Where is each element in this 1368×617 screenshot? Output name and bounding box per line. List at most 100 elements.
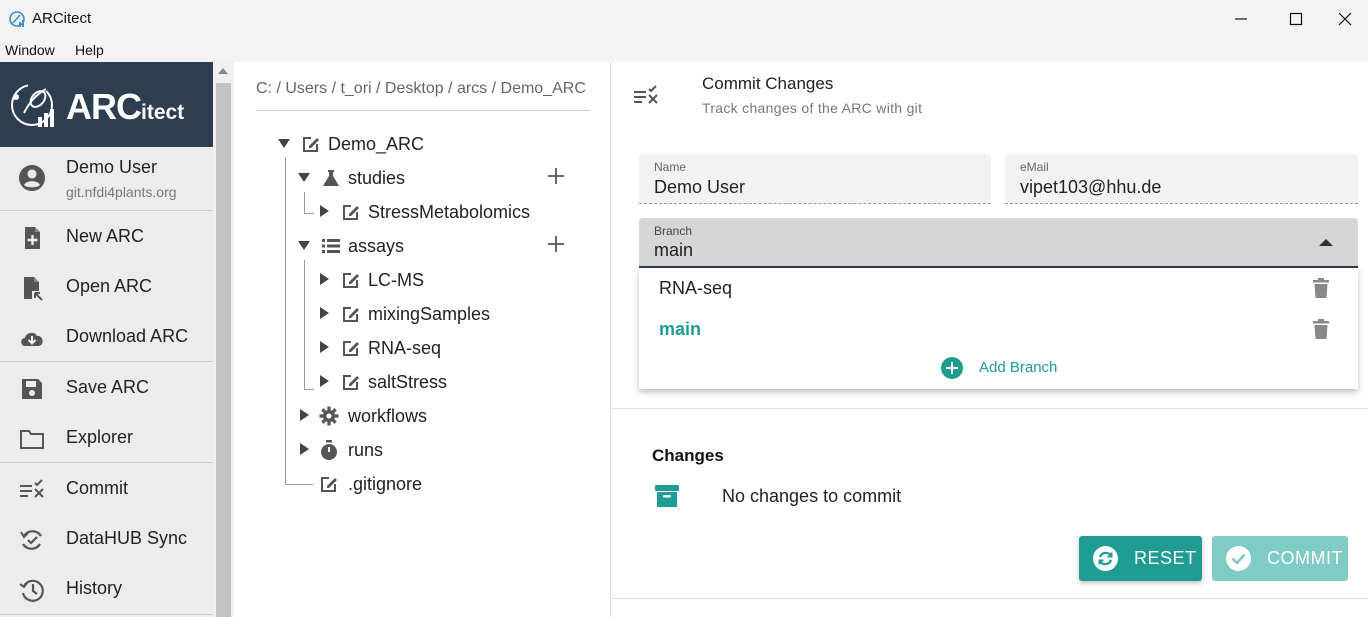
user-name: Demo User [66, 157, 158, 177]
branch-select-label: Branch [654, 224, 693, 238]
email-field-value[interactable]: vipet103@hhu.de [1020, 177, 1161, 198]
sidebar-scrollbar[interactable] [213, 62, 234, 617]
minimize-icon [1235, 17, 1247, 20]
tree-node-label: runs [348, 440, 384, 460]
tree-node-label: assays [348, 236, 405, 256]
sidebar-item-save-arc[interactable]: Save ARC [0, 362, 213, 412]
delete-branch-icon[interactable] [1311, 277, 1331, 299]
tree-node-workflows[interactable]: workflows [298, 402, 578, 430]
cloud-download-icon [21, 332, 43, 346]
expand-caret-icon[interactable] [298, 173, 310, 182]
tree-node-assays[interactable]: assays [298, 232, 578, 260]
sidebar-item-label: History [66, 578, 123, 598]
sidebar-item-label: Commit [66, 478, 128, 498]
sidebar-item-open-arc[interactable]: Open ARC [0, 261, 213, 311]
minimize-button[interactable] [1218, 0, 1264, 37]
reset-button[interactable]: RESET [1079, 536, 1202, 581]
sidebar-item-label: New ARC [66, 226, 145, 246]
sidebar-item-commit[interactable]: Commit [0, 463, 213, 513]
user-host: git.nfdi4plants.org [66, 184, 177, 200]
edit-icon [321, 477, 337, 492]
close-button[interactable] [1322, 0, 1368, 37]
add-study-icon[interactable] [545, 165, 567, 187]
timer-icon [321, 440, 337, 460]
check-circle-icon [1225, 545, 1252, 572]
flask-icon [323, 170, 339, 186]
collapsed-caret-icon[interactable] [320, 273, 329, 285]
sidebar-item-download-arc[interactable]: Download ARC [0, 311, 213, 361]
tree-node-label: Demo_ARC [328, 134, 425, 154]
add-assay-icon[interactable] [545, 233, 567, 255]
collapsed-caret-icon[interactable] [320, 307, 329, 319]
commit-button-label: COMMIT [1267, 548, 1343, 568]
sidebar-item-new-arc[interactable]: New ARC [0, 211, 213, 261]
edit-icon [303, 137, 319, 152]
logo-suffix-text: itect [141, 101, 185, 124]
sidebar-item-label: Open ARC [66, 276, 153, 296]
tree-node-assay[interactable]: saltStress [318, 368, 578, 396]
history-icon [19, 579, 44, 602]
name-field[interactable]: Name Demo User [639, 154, 991, 204]
branch-option[interactable]: RNA-seq [659, 278, 732, 299]
page-subtitle: Track changes of the ARC with git [702, 100, 923, 116]
tree-node-study[interactable]: StressMetabolomics [318, 198, 578, 226]
list-icon [322, 239, 340, 253]
tree-node-label: studies [348, 168, 406, 188]
breadcrumb-divider [256, 110, 590, 111]
save-icon [22, 379, 42, 399]
page-title: Commit Changes [702, 74, 834, 93]
open-file-icon [24, 277, 43, 301]
tree-node-gitignore[interactable]: .gitignore [298, 470, 578, 498]
reset-button-label: RESET [1134, 548, 1197, 568]
expand-caret-icon[interactable] [298, 241, 310, 250]
refresh-icon [1092, 545, 1119, 572]
add-circle-icon [941, 357, 963, 379]
menu-window[interactable]: Window [5, 42, 55, 58]
user-profile[interactable]: Demo User git.nfdi4plants.org [0, 147, 213, 210]
scroll-up-arrow-icon[interactable] [218, 68, 228, 74]
name-field-value[interactable]: Demo User [654, 177, 745, 198]
delete-branch-icon[interactable] [1311, 318, 1331, 340]
tree-node-assay[interactable]: LC-MS [318, 266, 578, 294]
edit-icon [343, 341, 359, 356]
tree-node-studies[interactable]: studies [298, 164, 578, 192]
tree-node-assay[interactable]: RNA-seq [318, 334, 578, 362]
collapsed-caret-icon[interactable] [300, 409, 309, 421]
collapsed-caret-icon[interactable] [320, 205, 329, 217]
arcitect-logo: ARCitect [0, 62, 213, 147]
tree-node-runs[interactable]: runs [298, 436, 578, 464]
collapsed-caret-icon[interactable] [320, 341, 329, 353]
no-changes-text: No changes to commit [722, 486, 902, 506]
branch-select[interactable]: Branch main [639, 218, 1358, 268]
email-field-label: eMail [1020, 160, 1049, 174]
tree-node-root[interactable]: Demo_ARC [278, 130, 578, 158]
branch-select-value: main [654, 240, 694, 260]
sidebar-item-label: Explorer [66, 427, 134, 447]
collapsed-caret-icon[interactable] [300, 443, 309, 455]
edit-icon [343, 273, 359, 288]
sidebar-item-history[interactable]: History [0, 563, 213, 613]
branch-option-active[interactable]: main [659, 319, 701, 340]
collapsed-caret-icon[interactable] [320, 375, 329, 387]
sidebar-item-explorer[interactable]: Explorer [0, 412, 213, 462]
tree-connector [285, 158, 286, 485]
maximize-button[interactable] [1273, 0, 1319, 37]
tree-node-label: LC-MS [368, 270, 425, 290]
maximize-icon [1289, 12, 1303, 25]
scrollbar-thumb[interactable] [216, 83, 231, 617]
gear-icon [319, 406, 339, 426]
tree-node-assay[interactable]: mixingSamples [318, 300, 578, 328]
commit-button[interactable]: COMMIT [1212, 536, 1348, 581]
account-circle-icon [19, 165, 45, 191]
add-branch-label: Add Branch [979, 359, 1058, 376]
tree-node-label: saltStress [368, 372, 448, 392]
expand-caret-icon[interactable] [278, 139, 290, 148]
caret-up-icon[interactable] [1319, 239, 1333, 246]
title-bar: ARCitect [0, 0, 1368, 37]
edit-icon [343, 205, 359, 220]
close-icon [1338, 12, 1352, 25]
sidebar-item-datahub-sync[interactable]: DataHUB Sync [0, 513, 213, 563]
archive-icon [655, 485, 679, 507]
menu-help[interactable]: Help [75, 42, 104, 58]
email-field[interactable]: eMail vipet103@hhu.de [1005, 154, 1358, 204]
